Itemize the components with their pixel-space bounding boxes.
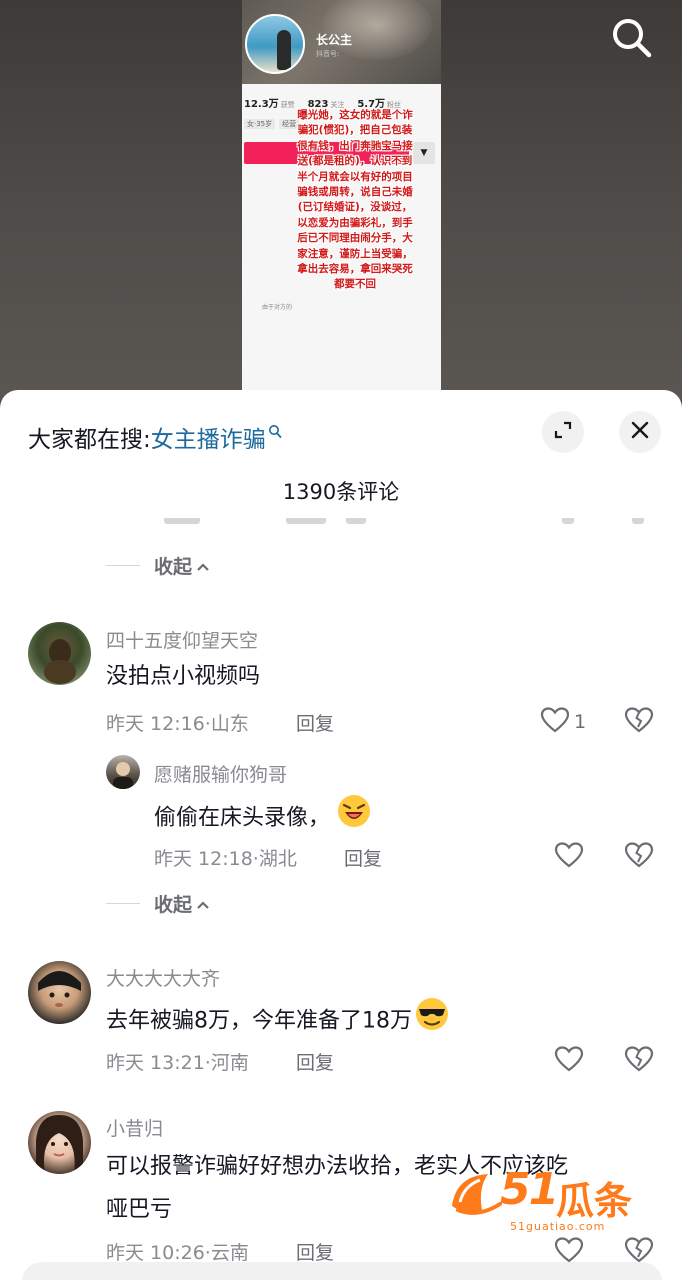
avatar[interactable] — [28, 961, 91, 1024]
watermark-url: 51guatiao.com — [510, 1220, 606, 1233]
search-keyword[interactable]: 女主播诈骗 — [151, 427, 266, 453]
like-button[interactable] — [554, 1045, 584, 1077]
collapse-replies-button[interactable]: 收起 — [106, 890, 210, 917]
dislike-button[interactable] — [624, 1045, 654, 1077]
expand-button[interactable] — [542, 411, 584, 453]
comment-meta: 昨天 10:26·云南 — [106, 1242, 249, 1264]
site-watermark: 51 瓜条 51guatiao.com — [448, 1160, 662, 1240]
comment-meta: 昨天 12:16·山东 — [106, 713, 249, 735]
reply-button[interactable]: 回复 — [344, 844, 382, 871]
heart-icon — [554, 1045, 584, 1077]
comment-username[interactable]: 大大大大大齐 — [106, 964, 220, 991]
heart-icon — [540, 706, 570, 738]
watermark-number: 51 — [500, 1164, 559, 1215]
close-button[interactable] — [619, 411, 661, 453]
trending-search[interactable]: 大家都在搜:女主播诈骗 — [28, 420, 282, 454]
reply-button[interactable]: 回复 — [296, 1048, 334, 1075]
sunglasses-emoji-icon — [414, 996, 450, 1047]
reply-button[interactable]: 回复 — [296, 1238, 334, 1265]
comment-input-bar[interactable] — [22, 1262, 662, 1280]
dislike-button[interactable] — [624, 841, 654, 873]
like-button[interactable] — [554, 841, 584, 873]
scrolled-partial-row — [0, 518, 682, 526]
profile-sub: 抖音号: — [316, 50, 340, 58]
broken-heart-icon — [624, 841, 654, 873]
avatar[interactable] — [28, 622, 91, 685]
melon-logo-icon — [452, 1174, 502, 1215]
expand-icon — [553, 420, 573, 444]
comment-text: 没拍点小视频吗 — [106, 664, 261, 689]
avatar[interactable] — [28, 1111, 91, 1174]
video-frame: 长公主 抖音号: 12.3万 获赞 823 关注 5.7万 粉丝 女·35岁 经营 ▼ … — [242, 0, 441, 400]
reply-meta: 昨天 12:18·湖北 — [154, 848, 297, 870]
broken-heart-icon — [624, 706, 654, 738]
search-prefix: 大家都在搜: — [28, 427, 151, 453]
collapse-replies-button[interactable]: 收起 — [106, 552, 210, 579]
like-button[interactable]: 1 — [540, 706, 586, 738]
comment-text: 去年被骗8万，今年准备了18万 — [106, 996, 450, 1047]
profile-name: 长公主 — [316, 33, 353, 47]
chevron-up-icon — [196, 893, 210, 915]
like-count: 1 — [574, 711, 587, 733]
laughing-emoji-icon — [336, 793, 372, 844]
comment-username[interactable]: 小昔归 — [106, 1114, 163, 1141]
mini-search-icon — [268, 420, 282, 446]
comment-sheet: 大家都在搜:女主播诈骗 1390条评论 收起 四十五度仰望天空 没拍点小视频吗 … — [0, 390, 682, 1280]
search-icon[interactable] — [610, 16, 654, 60]
dropdown-icon: ▼ — [413, 142, 435, 164]
broken-heart-icon — [624, 1045, 654, 1077]
warning-overlay-text: 曝光她，这女的就是个诈骗犯(惯犯)，把自己包装很有钱，出门奔驰宝马接送(都是租的… — [297, 109, 413, 291]
reply-button[interactable]: 回复 — [296, 709, 334, 736]
comment-meta: 昨天 13:21·河南 — [106, 1052, 249, 1074]
close-icon — [630, 420, 650, 444]
profile-avatar — [245, 14, 305, 74]
watermark-chinese: 瓜条 — [556, 1179, 633, 1223]
heart-icon — [554, 841, 584, 873]
avatar[interactable] — [106, 755, 140, 789]
profile-tags: 女·35岁 经营 — [244, 119, 303, 129]
dislike-button[interactable] — [624, 706, 654, 738]
comment-text-line2: 哑巴亏 — [106, 1197, 173, 1222]
reply-username[interactable]: 愿赌服输你狗哥 — [154, 760, 287, 787]
reply-text: 偷偷在床头录像， — [154, 793, 372, 844]
comment-username[interactable]: 四十五度仰望天空 — [106, 626, 258, 653]
profile-footnote: 由于对方的 — [262, 304, 293, 311]
chevron-up-icon — [196, 555, 210, 577]
comment-count: 1390条评论 — [282, 480, 400, 504]
